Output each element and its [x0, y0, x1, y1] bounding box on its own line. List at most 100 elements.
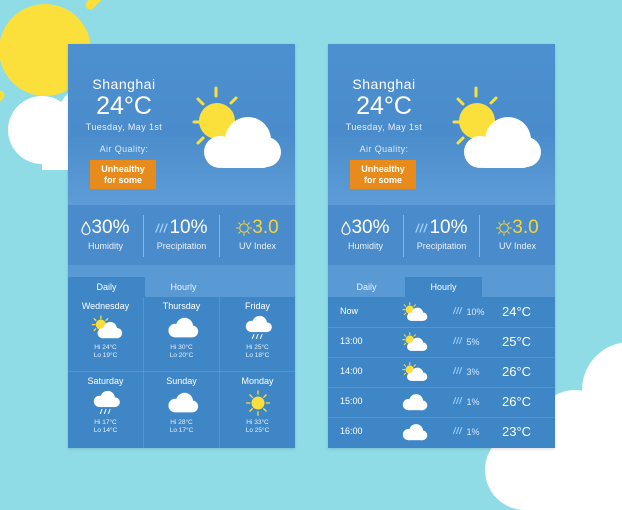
hour-precipitation-value: 1%	[466, 427, 480, 437]
low-temp: Lo 14°C	[93, 426, 118, 434]
tab-daily[interactable]: Daily	[68, 277, 145, 297]
rain-streaks-icon	[415, 223, 429, 233]
uv-sun-icon	[236, 219, 253, 236]
precipitation-stat: 10% Precipitation	[404, 217, 479, 251]
uv-index-stat: 3.0 UV Index	[480, 217, 555, 251]
hour-precipitation-value: 1%	[466, 397, 480, 407]
day-name: Saturday	[87, 376, 124, 386]
precipitation-stat: 10% Precipitation	[144, 217, 219, 251]
partly-cloudy-icon	[400, 332, 428, 353]
precipitation-label: Precipitation	[156, 241, 207, 251]
hour-time: Now	[340, 306, 359, 316]
current-date: Tuesday, May 1st	[85, 122, 163, 132]
cloudy-icon	[400, 422, 428, 443]
day-name: Thursday	[162, 301, 201, 311]
uv-index-value: 3.0	[252, 217, 279, 238]
hour-time: 16:00	[340, 426, 363, 436]
day-forecast[interactable]: Monday Hi 33°C Lo 25°C	[220, 372, 295, 446]
uv-index-value: 3.0	[512, 217, 539, 238]
day-name: Monday	[241, 376, 274, 386]
day-forecast[interactable]: Sunday Hi 28°C Lo 17°C	[144, 372, 219, 446]
air-quality-badge[interactable]: Unhealthy for some	[90, 160, 156, 189]
hour-precipitation-value: 10%	[466, 307, 485, 317]
rain-streaks-icon	[155, 223, 169, 233]
precipitation-label: Precipitation	[416, 241, 467, 251]
current-temperature: 24°C	[356, 92, 412, 120]
low-temp: Lo 17°C	[169, 426, 194, 434]
hour-precipitation: 5%	[452, 336, 480, 347]
uv-index-stat: 3.0 UV Index	[220, 217, 295, 251]
hour-precipitation: 1%	[452, 426, 480, 437]
day-forecast[interactable]: Friday Hi 25°C Lo 18°C	[220, 297, 295, 371]
humidity-label: Humidity	[87, 241, 123, 251]
hour-temperature: 24°C	[502, 304, 532, 319]
hour-time: 15:00	[340, 396, 363, 406]
rain-streaks-icon	[452, 366, 463, 375]
day-forecast[interactable]: Thursday Hi 30°C Lo 20°C	[144, 297, 219, 371]
high-temp: Hi 17°C	[94, 419, 117, 426]
precipitation-value: 10%	[429, 217, 468, 238]
hour-temperature: 25°C	[502, 334, 532, 349]
rain-streaks-icon	[452, 426, 463, 435]
air-quality-value-line1: Unhealthy	[101, 164, 145, 174]
hour-time: 13:00	[340, 336, 363, 346]
city-name: Shanghai	[352, 76, 416, 92]
high-temp: Hi 33°C	[246, 419, 269, 426]
partly-cloudy-icon	[446, 86, 546, 176]
partly-cloudy-icon	[186, 86, 286, 176]
humidity-value: 30%	[351, 217, 390, 238]
uv-index-label: UV Index	[498, 241, 537, 251]
weather-header: Shanghai 24°C Tuesday, May 1st Air Quali…	[328, 44, 555, 205]
hour-precipitation: 10%	[452, 306, 485, 317]
high-temp: Hi 30°C	[170, 344, 193, 351]
hourly-row[interactable]: 14:00 3% 26°C	[328, 357, 555, 386]
rain-streaks-icon	[452, 396, 463, 405]
low-temp: Lo 20°C	[169, 351, 194, 359]
humidity-label: Humidity	[347, 241, 383, 251]
hourly-weather-card: Shanghai 24°C Tuesday, May 1st Air Quali…	[328, 44, 555, 448]
hourly-row[interactable]: 15:00 1% 26°C	[328, 387, 555, 416]
tab-daily[interactable]: Daily	[328, 277, 405, 297]
air-quality-value-line1: Unhealthy	[361, 164, 405, 174]
air-quality-value-line2: for some	[363, 175, 402, 185]
air-quality-label: Air Quality:	[359, 144, 409, 154]
cloudy-icon	[165, 390, 199, 416]
air-quality-badge[interactable]: Unhealthy for some	[350, 160, 416, 189]
partly-cloudy-icon	[400, 362, 428, 383]
weather-stats: 30% Humidity 10% Precipitation 3.0 UV In…	[68, 205, 295, 265]
sunny-icon	[241, 390, 275, 416]
cloudy-icon	[400, 392, 428, 413]
tab-hourly[interactable]: Hourly	[405, 277, 482, 297]
high-temp: Hi 25°C	[246, 344, 269, 351]
day-forecast[interactable]: Wednesday Hi 24°C Lo 19°C	[68, 297, 143, 371]
day-name: Friday	[244, 301, 270, 311]
hourly-row[interactable]: 16:00 1% 23°C	[328, 417, 555, 446]
current-date: Tuesday, May 1st	[345, 122, 423, 132]
day-name: Wednesday	[81, 301, 130, 311]
hour-precipitation: 1%	[452, 396, 480, 407]
hour-time: 14:00	[340, 366, 363, 376]
daily-weather-card: Shanghai 24°C Tuesday, May 1st Air Quali…	[68, 44, 295, 448]
humidity-stat: 30% Humidity	[68, 217, 143, 251]
air-quality-label: Air Quality:	[99, 144, 149, 154]
daily-forecast-grid: Wednesday Hi 24°C Lo 19°C Thursday Hi 30°…	[68, 297, 295, 448]
weather-stats: 30% Humidity 10% Precipitation 3.0 UV In…	[328, 205, 555, 265]
low-temp: Lo 25°C	[245, 426, 270, 434]
tab-hourly[interactable]: Hourly	[145, 277, 222, 297]
uv-sun-icon	[496, 219, 513, 236]
rain-cloud-icon	[241, 315, 275, 341]
rain-streaks-icon	[452, 336, 463, 345]
high-temp: Hi 28°C	[170, 419, 193, 426]
humidity-value: 30%	[91, 217, 130, 238]
humidity-stat: 30% Humidity	[328, 217, 403, 251]
cloudy-icon	[165, 315, 199, 341]
hourly-row[interactable]: Now 10% 24°C	[328, 298, 555, 327]
air-quality-value-line2: for some	[103, 175, 142, 185]
precipitation-value: 10%	[169, 217, 208, 238]
forecast-tabs: Daily Hourly	[328, 265, 555, 297]
day-forecast[interactable]: Saturday Hi 17°C Lo 14°C	[68, 372, 143, 446]
hourly-row[interactable]: 13:00 5% 25°C	[328, 327, 555, 356]
partly-cloudy-icon	[89, 315, 123, 341]
hour-precipitation-value: 3%	[466, 367, 480, 377]
day-name: Sunday	[166, 376, 197, 386]
